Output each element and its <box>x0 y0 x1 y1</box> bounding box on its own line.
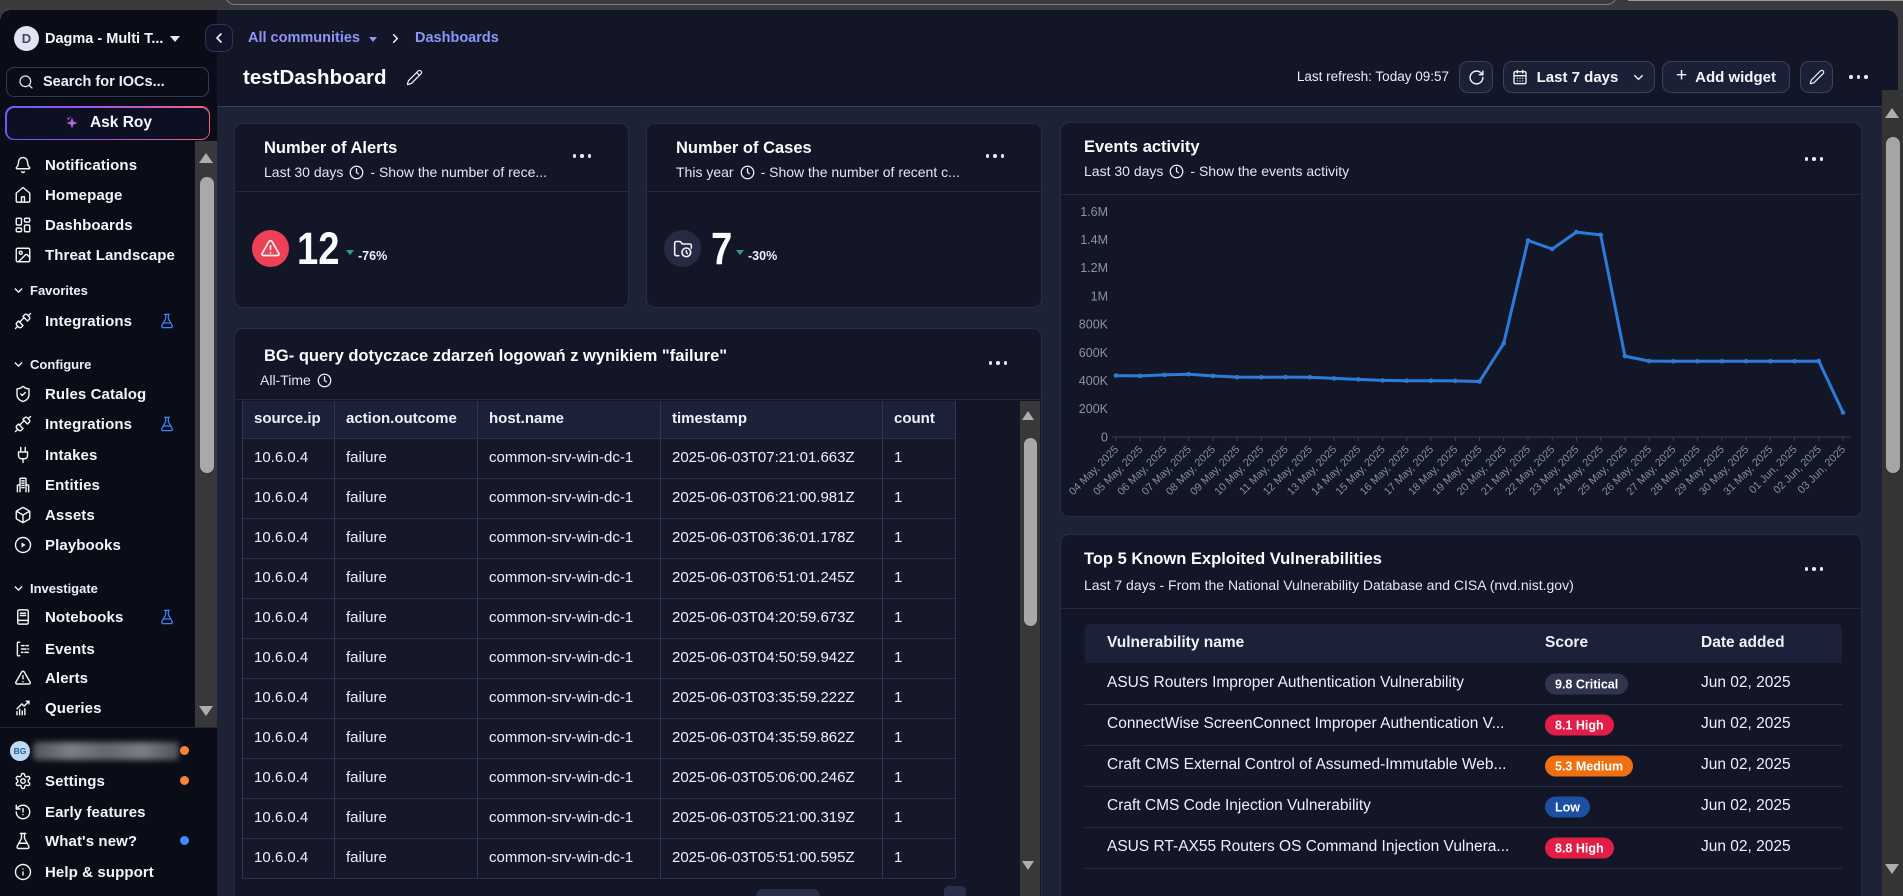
svg-text:800K: 800K <box>1079 318 1109 332</box>
svg-text:400K: 400K <box>1079 374 1109 388</box>
svg-text:200K: 200K <box>1079 402 1109 416</box>
svg-text:1.6M: 1.6M <box>1080 205 1108 219</box>
svg-text:0: 0 <box>1101 430 1108 444</box>
svg-text:1M: 1M <box>1091 289 1108 303</box>
svg-text:1.2M: 1.2M <box>1080 261 1108 275</box>
svg-text:1.4M: 1.4M <box>1080 233 1108 247</box>
svg-text:600K: 600K <box>1079 346 1109 360</box>
